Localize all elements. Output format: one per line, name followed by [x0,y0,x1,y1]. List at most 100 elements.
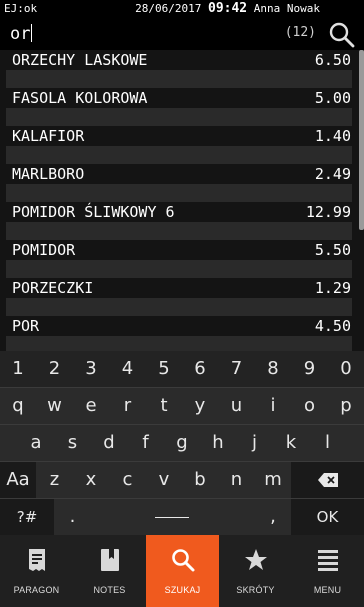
product-list: ORZECHY LASKOWE 6.50 FASOLA KOLOROWA 5.0… [0,50,364,351]
ej-status: EJ:ok [4,2,38,15]
key-u[interactable]: u [218,388,255,424]
tab-label: SZUKAJ [164,585,201,595]
key-e[interactable]: e [73,388,109,424]
list-item[interactable]: MARLBORO 2.49 [0,164,352,202]
key-y[interactable]: y [182,388,218,424]
key-m[interactable]: m [255,462,291,498]
datetime-user: 28/06/2017 09:42 Anna Nowak [135,0,320,18]
product-price: 12.99 [305,203,351,221]
product-price: 6.50 [314,51,351,69]
key-3[interactable]: 3 [73,351,109,387]
search-icon [171,549,194,572]
key-t[interactable]: t [146,388,182,424]
key-p[interactable]: p [328,388,364,424]
key-w[interactable]: w [36,388,73,424]
product-name: PORZECZKI [12,279,94,297]
list-scrollbar[interactable] [359,50,364,230]
product-name: POR [12,317,40,335]
list-item[interactable]: KALAFIOR 1.40 [0,126,352,164]
receipt-icon [28,549,45,571]
bottom-nav: PARAGON NOTES SZUKAJ SKRÓTY MENU [0,535,364,607]
key-9[interactable]: 9 [291,351,328,387]
product-price: 4.50 [314,317,351,335]
key-z[interactable]: z [36,462,73,498]
product-name: ORZECHY LASKOWE [12,51,148,69]
symbols-key[interactable]: ?# [0,499,54,535]
key-dot[interactable]: . [54,499,91,535]
tab-menu[interactable]: MENU [291,535,364,607]
key-l[interactable]: l [309,425,346,461]
list-item[interactable]: POR 4.50 [0,316,352,351]
text-caret [31,24,33,42]
ok-key[interactable]: OK [291,499,364,535]
backspace-key[interactable] [291,462,364,498]
key-5[interactable]: 5 [146,351,182,387]
key-q[interactable]: q [0,388,36,424]
key-v[interactable]: v [146,462,182,498]
key-c[interactable]: c [109,462,146,498]
key-r[interactable]: r [109,388,146,424]
list-item[interactable]: FASOLA KOLOROWA 5.00 [0,88,352,126]
key-x[interactable]: x [73,462,109,498]
notebook-icon [100,549,119,571]
key-k[interactable]: k [273,425,309,461]
key-j[interactable]: j [236,425,273,461]
on-screen-keyboard: 1 2 3 4 5 6 7 8 9 0 q w e r t y u i o p … [0,351,364,535]
backspace-icon [317,473,338,487]
status-user: Anna Nowak [253,2,320,15]
product-price: 5.50 [314,241,351,259]
list-item[interactable]: POMIDOR ŚLIWKOWY 6 12.99 [0,202,352,240]
key-7[interactable]: 7 [218,351,255,387]
key-h[interactable]: h [200,425,236,461]
product-name: POMIDOR ŚLIWKOWY 6 [12,203,175,221]
key-0[interactable]: 0 [328,351,364,387]
tab-label: PARAGON [13,585,60,595]
key-s[interactable]: s [54,425,91,461]
tab-notes[interactable]: NOTES [73,535,146,607]
status-time: 09:42 [208,1,248,16]
key-8[interactable]: 8 [255,351,291,387]
product-price: 5.00 [314,89,351,107]
key-b[interactable]: b [182,462,218,498]
space-bar-line [155,517,189,518]
product-name: POMIDOR [12,241,76,259]
product-price: 2.49 [314,165,351,183]
key-g[interactable]: g [164,425,200,461]
row-band [6,108,352,126]
key-a[interactable]: a [18,425,54,461]
key-o[interactable]: o [291,388,328,424]
result-count: (12) [284,25,316,40]
row-band [6,336,352,351]
row-band [6,70,352,88]
key-1[interactable]: 1 [0,351,36,387]
status-date: 28/06/2017 [135,2,202,15]
search-input[interactable]: or [10,23,33,45]
list-item[interactable]: POMIDOR 5.50 [0,240,352,278]
product-name: KALAFIOR [12,127,85,145]
key-f[interactable]: f [127,425,164,461]
tab-label: NOTES [93,585,126,595]
list-item[interactable]: PORZECZKI 1.29 [0,278,352,316]
row-band [6,260,352,278]
tab-skroty[interactable]: SKRÓTY [219,535,292,607]
row-band [6,298,352,316]
key-n[interactable]: n [218,462,255,498]
space-key[interactable] [91,499,255,535]
key-6[interactable]: 6 [182,351,218,387]
tab-szukaj[interactable]: SZUKAJ [146,535,219,607]
key-2[interactable]: 2 [36,351,73,387]
search-bar: or (12) [0,18,364,50]
product-name: FASOLA KOLOROWA [12,89,148,107]
tab-paragon[interactable]: PARAGON [0,535,73,607]
row-band [6,222,352,240]
key-4[interactable]: 4 [109,351,146,387]
list-item[interactable]: ORZECHY LASKOWE 6.50 [0,50,352,88]
key-comma[interactable]: , [255,499,291,535]
key-i[interactable]: i [255,388,291,424]
product-name: MARLBORO [12,165,85,183]
search-icon[interactable] [328,21,356,49]
menu-icon [317,550,338,571]
key-d[interactable]: d [91,425,127,461]
shift-key[interactable]: Aa [0,462,36,498]
search-query: or [10,24,31,44]
